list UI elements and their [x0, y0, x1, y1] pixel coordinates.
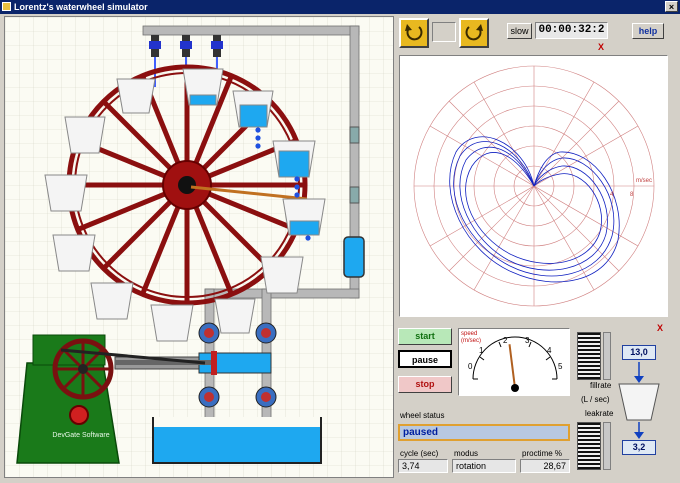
leakrate-label: leakrate: [585, 409, 614, 418]
title-bar: Lorentz's waterwheel simulator ×: [0, 0, 680, 14]
help-button[interactable]: help: [632, 23, 664, 39]
stop-button[interactable]: stop: [398, 376, 452, 393]
arrow-down-icon: [634, 362, 644, 383]
step-display: [432, 22, 456, 42]
app-icon: [2, 2, 11, 11]
status-label: wheel status: [400, 411, 445, 420]
axis-unit: m/sec: [636, 178, 652, 184]
modus-label: modus: [454, 449, 479, 458]
rotate-forward-icon: [465, 24, 483, 41]
start-button[interactable]: start: [398, 328, 452, 345]
bucket-icon: [618, 383, 660, 421]
speed-gauge: speed (m/sec) 0 1 2 3 4 5: [458, 328, 570, 396]
simulation-panel: DevGate Software: [4, 16, 394, 478]
phase-plot: m/sec 4 8: [399, 55, 668, 317]
pause-button[interactable]: pause: [398, 350, 452, 368]
reset-button[interactable]: [399, 18, 429, 48]
timer-display: 00:00:32:2: [535, 22, 608, 39]
cycle-value: 3,74: [398, 459, 448, 473]
modus-value: rotation: [452, 459, 516, 473]
replay-button[interactable]: [459, 18, 489, 48]
gauge-tick-5: 5: [558, 362, 563, 371]
rotate-back-icon: [405, 24, 423, 41]
waterwheel-scene: [5, 17, 393, 477]
leakrate-slider[interactable]: [577, 422, 601, 470]
leakrate-value: 3,2: [622, 440, 656, 455]
gauge-tick-0: 0: [468, 362, 473, 371]
proctime-label: proctime %: [522, 449, 563, 458]
arrow-down-icon-2: [634, 422, 644, 439]
fillrate-label: fillrate: [590, 381, 612, 390]
gauge-tick-4: 4: [547, 346, 552, 355]
fillrate-value: 13,0: [622, 345, 656, 360]
leakrate-slider-track[interactable]: [603, 422, 611, 470]
gauge-tick-1: 1: [479, 346, 484, 355]
timer-close-icon[interactable]: X: [598, 42, 604, 52]
status-field: paused: [398, 424, 570, 441]
water-basin: [152, 424, 322, 464]
window-title: Lorentz's waterwheel simulator: [14, 2, 148, 12]
fillrate-slider-track[interactable]: [603, 332, 611, 380]
fillrate-slider[interactable]: [577, 332, 601, 380]
machine-brand: DevGate Software: [52, 432, 110, 439]
polar-chart: m/sec 4 8: [413, 65, 655, 307]
proctime-value: 28,67: [520, 459, 570, 473]
gauge-tick-3: 3: [525, 336, 530, 345]
flow-unit-label: (L / sec): [581, 395, 610, 404]
pressure-tank: [343, 236, 365, 278]
trajectory: [449, 136, 620, 283]
gauge-tick-2: 2: [503, 336, 508, 345]
controls-close-icon[interactable]: X: [657, 323, 663, 333]
cycle-label: cycle (sec): [400, 449, 439, 458]
window-close-button[interactable]: ×: [665, 1, 678, 12]
slow-button[interactable]: slow: [507, 23, 532, 39]
